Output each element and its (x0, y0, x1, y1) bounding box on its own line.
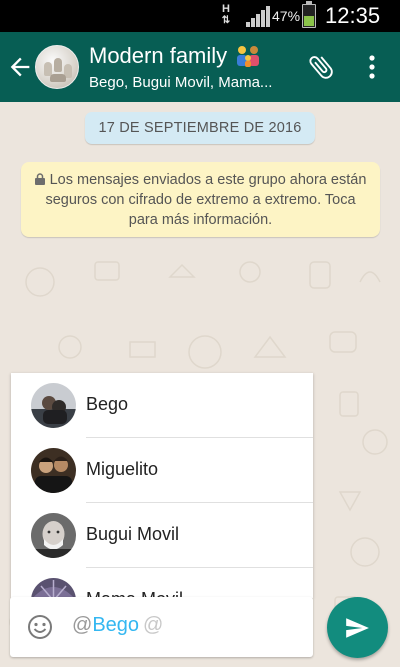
data-activity-icon: ⇅ (221, 15, 231, 26)
chat-participants[interactable]: Bego, Bugui Movil, Mama... (89, 74, 272, 91)
mention-item-bugui-movil[interactable]: Bugui Movil (11, 503, 313, 568)
mention-chip: Bego (92, 614, 140, 636)
battery-percent: 47% (272, 8, 301, 24)
clock: 12:35 (325, 3, 381, 28)
avatar (31, 383, 76, 428)
smiley-icon[interactable] (27, 614, 53, 640)
mention-item-mama-movil[interactable]: Mama Movil (11, 568, 313, 598)
lock-icon (34, 173, 45, 185)
signal-icon (246, 6, 270, 27)
network-type: H (222, 3, 230, 15)
paperclip-icon[interactable] (306, 52, 336, 82)
mention-name: Bego (86, 394, 129, 414)
chat-title-row[interactable]: Modern family (89, 42, 261, 70)
battery-fill (304, 15, 314, 26)
mention-at-prefix: @ (72, 614, 93, 636)
network-indicator: H ⇅ (219, 3, 233, 27)
send-icon (346, 618, 369, 638)
chat-area: 17 DE SEPTIEMBRE DE 2016 Los mensajes en… (0, 102, 400, 667)
battery-icon (302, 1, 316, 28)
mention-item-miguelito[interactable]: Miguelito (11, 438, 313, 503)
status-bar: H ⇅ 47% 12:35 (0, 0, 400, 32)
chat-title: Modern family (89, 43, 228, 68)
group-avatar[interactable] (35, 45, 79, 89)
chat-header: Modern family Bego, Bugui Movil, Mama... (0, 32, 400, 102)
more-vert-icon[interactable] (362, 52, 382, 82)
avatar (31, 448, 76, 493)
typing-at-symbol: @ (143, 614, 164, 636)
message-input[interactable]: @Bego @ (72, 614, 163, 637)
message-composer: @Bego @ (10, 597, 313, 657)
encryption-notice-text: Los mensajes enviados a este grupo ahora… (45, 172, 367, 228)
mention-name: Bugui Movil (86, 524, 180, 544)
arrow-left-icon[interactable] (6, 53, 34, 81)
date-separator: 17 DE SEPTIEMBRE DE 2016 (85, 112, 315, 144)
mention-suggestions: Bego Miguelito Bugui Movil (11, 373, 313, 598)
avatar (31, 513, 76, 558)
avatar (31, 578, 76, 598)
mention-name: Miguelito (86, 459, 159, 479)
send-button[interactable] (327, 597, 388, 658)
encryption-notice[interactable]: Los mensajes enviados a este grupo ahora… (21, 162, 380, 237)
family-emoji-icon (237, 46, 260, 67)
mention-item-bego[interactable]: Bego (11, 373, 313, 438)
